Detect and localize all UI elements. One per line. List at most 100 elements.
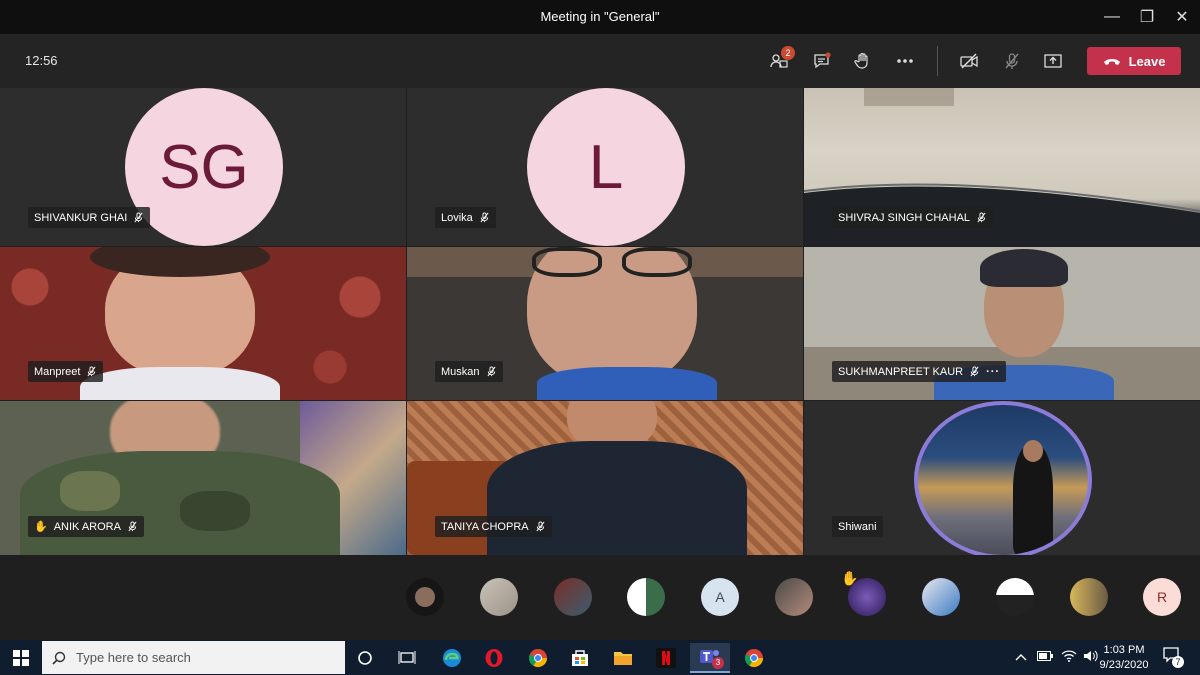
participant-name: SHIVRAJ SINGH CHAHAL: [838, 211, 971, 224]
cortana-icon: [358, 651, 372, 665]
mic-toggle-button[interactable]: [996, 46, 1028, 76]
hang-up-icon: [1103, 59, 1120, 65]
wifi-icon: [1061, 650, 1077, 662]
participant-name-tag: SHIVRAJ SINGH CHAHAL: [832, 207, 994, 228]
teams-button[interactable]: 3: [690, 643, 730, 673]
participant-name-tag: SUKHMANPREET KAUR ···: [832, 361, 1007, 382]
title-bar: Meeting in "General" — ❐ ✕: [0, 0, 1200, 34]
video-tile-anik[interactable]: ✋ ANIK ARORA: [0, 401, 406, 555]
participant-name-tag: Manpreet: [28, 361, 104, 382]
participant-roster-strip: A ✋ R: [0, 556, 1200, 640]
share-screen-button[interactable]: [1037, 46, 1069, 76]
notification-count: 7: [1172, 656, 1184, 668]
raise-hand-icon: [854, 52, 868, 69]
mic-muted-icon: [487, 366, 496, 377]
roster-avatar[interactable]: [627, 578, 665, 616]
roster-avatar[interactable]: [554, 578, 592, 616]
chevron-up-icon: [1015, 653, 1027, 660]
more-options-button[interactable]: [889, 46, 921, 76]
mic-muted-icon: [1005, 53, 1019, 69]
mic-muted-icon: [87, 366, 97, 377]
system-tray: [1015, 640, 1103, 675]
chat-button[interactable]: [806, 46, 838, 76]
file-explorer-button[interactable]: [605, 643, 641, 673]
restore-button[interactable]: ❐: [1127, 0, 1167, 34]
participant-name-tag: Lovika: [435, 207, 496, 228]
close-button[interactable]: ✕: [1162, 0, 1200, 34]
action-center-button[interactable]: 7: [1162, 646, 1184, 668]
participant-more-button[interactable]: ···: [986, 366, 1000, 378]
minimize-button[interactable]: —: [1092, 0, 1132, 34]
video-tile-shiwani[interactable]: Shiwani: [804, 401, 1200, 555]
participant-name: Manpreet: [34, 365, 81, 378]
participant-name: Shiwani: [838, 520, 877, 533]
battery-indicator[interactable]: [1037, 651, 1059, 664]
chrome-profile-button[interactable]: [736, 643, 772, 673]
participant-name: ANIK ARORA: [53, 520, 121, 533]
mic-muted-icon: [970, 366, 979, 377]
windows-taskbar: Type here to search 3 1:03 PM 9/23/2020 …: [0, 640, 1200, 675]
participant-name: SHIVANKUR GHAI: [34, 211, 128, 224]
video-tile-shivraj[interactable]: SHIVRAJ SINGH CHAHAL: [804, 88, 1200, 246]
task-view-button[interactable]: [389, 643, 425, 673]
start-button[interactable]: [0, 640, 42, 675]
chrome-profile-icon: [745, 649, 763, 668]
search-placeholder: Type here to search: [76, 650, 191, 665]
participants-button[interactable]: 2: [763, 46, 795, 76]
store-button[interactable]: [562, 643, 598, 673]
taskbar-search-box[interactable]: Type here to search: [42, 641, 345, 674]
store-icon: [572, 650, 588, 666]
mic-muted-icon: [536, 521, 545, 532]
participant-name: TANIYA CHOPRA: [441, 520, 529, 533]
roster-avatar-a[interactable]: A: [701, 578, 739, 616]
chrome-button[interactable]: [520, 643, 556, 673]
taskbar-clock[interactable]: 1:03 PM 9/23/2020: [1096, 643, 1152, 673]
participant-name-tag: TANIYA CHOPRA: [435, 516, 552, 537]
video-tile-sukhmanpreet[interactable]: SUKHMANPREET KAUR ···: [804, 247, 1200, 400]
toolbar-divider: [937, 46, 938, 76]
mic-muted-icon: [977, 212, 986, 223]
clock-date: 9/23/2020: [1099, 659, 1149, 671]
search-icon: [52, 651, 66, 665]
roster-avatar-r[interactable]: R: [1143, 578, 1181, 616]
battery-icon: [1037, 651, 1053, 661]
video-tile-taniya[interactable]: TANIYA CHOPRA: [407, 401, 803, 555]
participant-name-tag: ✋ ANIK ARORA: [28, 516, 144, 537]
participant-name: Lovika: [441, 211, 473, 224]
roster-avatar[interactable]: [480, 578, 518, 616]
roster-avatar[interactable]: [996, 578, 1034, 616]
roster-avatar[interactable]: [775, 578, 813, 616]
show-hidden-icons-button[interactable]: [1015, 652, 1031, 664]
participant-name-tag: Shiwani: [832, 516, 883, 537]
opera-icon: [485, 649, 503, 667]
roster-avatar[interactable]: [406, 578, 444, 616]
opera-button[interactable]: [476, 643, 512, 673]
video-tile-muskan[interactable]: Muskan: [407, 247, 803, 400]
leave-button[interactable]: Leave: [1087, 47, 1181, 75]
teams-meeting-window: Meeting in "General" — ❐ ✕ 12:56 2 Leave…: [0, 0, 1200, 675]
wifi-indicator[interactable]: [1061, 650, 1081, 665]
roster-avatar[interactable]: [1070, 578, 1108, 616]
windows-logo-icon: [13, 649, 29, 666]
participant-name: Muskan: [441, 365, 480, 378]
leave-label: Leave: [1128, 53, 1166, 69]
avatar-l: L: [527, 88, 685, 246]
chrome-icon: [529, 649, 547, 668]
roster-avatar[interactable]: [922, 578, 960, 616]
cortana-button[interactable]: [347, 643, 383, 673]
participants-count-badge: 2: [781, 46, 795, 60]
participant-name-tag: Muskan: [435, 361, 503, 382]
video-tile-manpreet[interactable]: Manpreet: [0, 247, 406, 400]
chat-icon: [814, 52, 831, 69]
meeting-timer: 12:56: [25, 53, 58, 68]
netflix-button[interactable]: [648, 643, 684, 673]
raise-hand-button[interactable]: [847, 46, 879, 76]
meeting-toolbar: 12:56 2 Leave: [0, 34, 1200, 88]
raised-hand-icon: ✋: [34, 521, 48, 533]
camera-off-icon: [960, 53, 978, 69]
clock-time: 1:03 PM: [1103, 644, 1145, 656]
mic-muted-icon: [134, 212, 143, 223]
edge-button[interactable]: [434, 643, 470, 673]
participant-name-tag: SHIVANKUR GHAI: [28, 207, 151, 228]
camera-toggle-button[interactable]: [953, 46, 985, 76]
